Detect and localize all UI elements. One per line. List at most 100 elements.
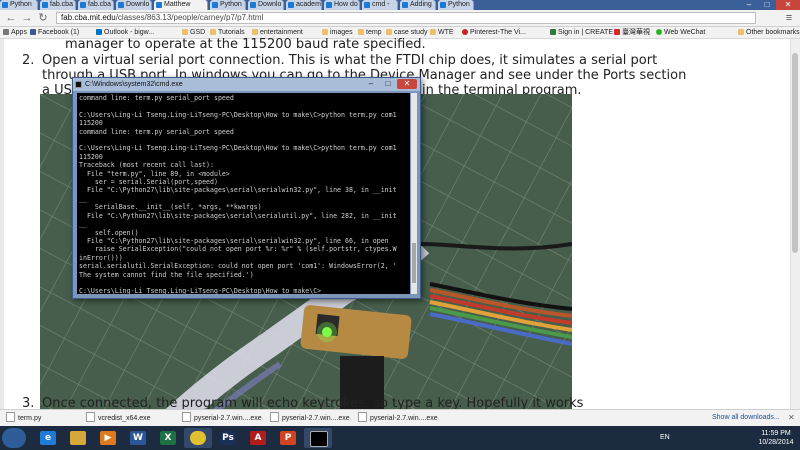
- folder-icon: [322, 29, 328, 35]
- file-icon: [182, 412, 191, 422]
- taskbar-media[interactable]: ▶: [94, 428, 122, 448]
- browser-tab[interactable]: Adding: [400, 0, 436, 10]
- browser-tab[interactable]: Python: [210, 0, 246, 10]
- taskbar-photoshop[interactable]: Ps: [214, 428, 242, 448]
- cmd-output-line: 115200: [79, 119, 103, 128]
- page-icon: [550, 29, 556, 35]
- clock-date: 10/28/2014: [758, 439, 794, 446]
- python-favicon-icon: [440, 2, 446, 8]
- page-favicon-icon: [326, 2, 332, 8]
- page-left-strip: [0, 39, 4, 424]
- word-icon: W: [130, 431, 146, 445]
- file-icon: [6, 412, 15, 422]
- browser-tab[interactable]: academ: [286, 0, 322, 10]
- cmd-output-line: command line: term.py serial_port speed: [79, 127, 234, 136]
- excel-icon: X: [160, 431, 176, 445]
- windows-taskbar: e ▶ W X Ps A P EN 11:59 PM 10/28/2014: [0, 426, 800, 450]
- browser-tab-strip: Python fab.cba fab.cba Downlo Matthew Py…: [0, 0, 800, 10]
- list-number: 2.: [22, 53, 35, 68]
- download-item[interactable]: pyserial-2.7.win....exe: [270, 412, 350, 424]
- folder-icon: [386, 29, 392, 35]
- folder-icon: [70, 431, 86, 445]
- python-favicon-icon: [2, 2, 8, 8]
- chrome-menu-icon[interactable]: ≡: [782, 11, 796, 25]
- folder-icon: [210, 29, 216, 35]
- browser-toolbar: ← → ↻ fab.cba.mit.edu/classes/863.13/peo…: [0, 10, 800, 27]
- reload-icon[interactable]: ↻: [36, 11, 50, 25]
- bookmark-cts[interactable]: 臺灣華視: [614, 27, 650, 38]
- language-indicator[interactable]: EN: [660, 428, 670, 448]
- cmd-output-line: __: [79, 194, 87, 203]
- cmd-output-line: Traceback (most recent call last):: [79, 161, 214, 170]
- browser-tab[interactable]: Python: [0, 0, 38, 10]
- cmd-console[interactable]: command line: term.py serial_port speed …: [77, 93, 410, 294]
- maximize-icon[interactable]: □: [380, 79, 396, 89]
- download-item[interactable]: pyserial-2.7.win....exe: [358, 412, 438, 424]
- cmd-output-line: inError())): [79, 253, 123, 262]
- cmd-scrollbar-thumb[interactable]: [412, 243, 416, 283]
- address-bar[interactable]: fab.cba.mit.edu/classes/863.13/people/ca…: [56, 12, 756, 24]
- browser-tab[interactable]: fab.cba: [40, 0, 76, 10]
- start-button[interactable]: [2, 428, 26, 448]
- acrobat-icon: A: [250, 431, 266, 445]
- bookmark-pinterest[interactable]: Pinterest-The Vi...: [462, 27, 526, 38]
- browser-tab[interactable]: fab.cba: [78, 0, 114, 10]
- browser-tab[interactable]: Downlo: [248, 0, 284, 10]
- page-favicon-icon: [402, 2, 408, 8]
- file-icon: [270, 412, 279, 422]
- minimize-icon[interactable]: –: [740, 0, 758, 10]
- cmd-window[interactable]: C:\Windows\system32\cmd.exe – □ ✕ comman…: [72, 77, 421, 299]
- taskbar-ie[interactable]: e: [34, 428, 62, 448]
- page-scrollbar-thumb[interactable]: [792, 53, 798, 253]
- pinterest-icon: [462, 29, 468, 35]
- back-icon[interactable]: ←: [4, 11, 18, 25]
- download-item[interactable]: vcredist_x64.exe: [86, 412, 151, 424]
- taskbar-clock[interactable]: 11:59 PM 10/28/2014: [755, 429, 797, 447]
- bookmark-wechat[interactable]: Web WeChat: [656, 27, 705, 38]
- maximize-icon[interactable]: □: [758, 0, 776, 10]
- close-icon[interactable]: ✕: [397, 79, 417, 89]
- bookmark-other[interactable]: Other bookmarks: [738, 27, 800, 38]
- cmd-scrollbar[interactable]: [411, 93, 417, 294]
- cmd-output-line: serial.serialutil.SerialException: could…: [79, 262, 397, 271]
- taskbar-powerpoint[interactable]: P: [274, 428, 302, 448]
- page-favicon-icon: [42, 2, 48, 8]
- powerpoint-icon: P: [280, 431, 296, 445]
- browser-tab[interactable]: How do: [324, 0, 360, 10]
- folder-icon: [358, 29, 364, 35]
- page-favicon-icon: [364, 2, 370, 8]
- page-favicon-icon: [156, 2, 162, 8]
- cmd-output: command line: term.py serial_port speed …: [79, 94, 397, 294]
- taskbar-acrobat[interactable]: A: [244, 428, 272, 448]
- taskbar-cmd[interactable]: [304, 428, 332, 448]
- browser-tab[interactable]: Python: [438, 0, 474, 10]
- taskbar-chrome[interactable]: [184, 428, 212, 448]
- browser-tab[interactable]: Downlo: [116, 0, 152, 10]
- cmd-output-line: self.open(): [79, 228, 139, 237]
- download-item[interactable]: pyserial-2.7.win....exe: [182, 412, 262, 424]
- close-icon[interactable]: ✕: [776, 0, 800, 10]
- download-item[interactable]: term.py: [6, 412, 41, 424]
- bookmark-create[interactable]: Sign in | CREATE: [550, 27, 613, 38]
- bookmark-folder[interactable]: WTE: [430, 27, 454, 38]
- downloads-bar: term.py vcredist_x64.exe pyserial-2.7.wi…: [0, 409, 800, 426]
- minimize-icon[interactable]: –: [363, 79, 379, 89]
- show-all-downloads-link[interactable]: Show all downloads...: [712, 412, 780, 424]
- cmd-titlebar[interactable]: C:\Windows\system32\cmd.exe – □ ✕: [73, 78, 420, 91]
- taskbar-word[interactable]: W: [124, 428, 152, 448]
- bookmark-apps[interactable]: Apps: [3, 27, 27, 38]
- media-player-icon: ▶: [100, 431, 116, 445]
- browser-tab-active[interactable]: Matthew: [154, 0, 208, 10]
- forward-icon[interactable]: →: [20, 11, 34, 25]
- close-icon[interactable]: ✕: [788, 412, 795, 424]
- taskbar-explorer[interactable]: [64, 428, 92, 448]
- cmd-output-line: [79, 102, 397, 110]
- cmd-output-line: command line: term.py serial_port speed: [79, 94, 234, 102]
- browser-tab[interactable]: cmd -: [362, 0, 398, 10]
- page-favicon-icon: [118, 2, 124, 8]
- cmd-output-line: C:\Users\Ling-Li Tseng.Ling-LiTseng-PC\D…: [79, 110, 397, 119]
- python-favicon-icon: [212, 2, 218, 8]
- page-favicon-icon: [80, 2, 86, 8]
- taskbar-excel[interactable]: X: [154, 428, 182, 448]
- paragraph-text: manager to operate at the 115200 baud ra…: [65, 37, 426, 52]
